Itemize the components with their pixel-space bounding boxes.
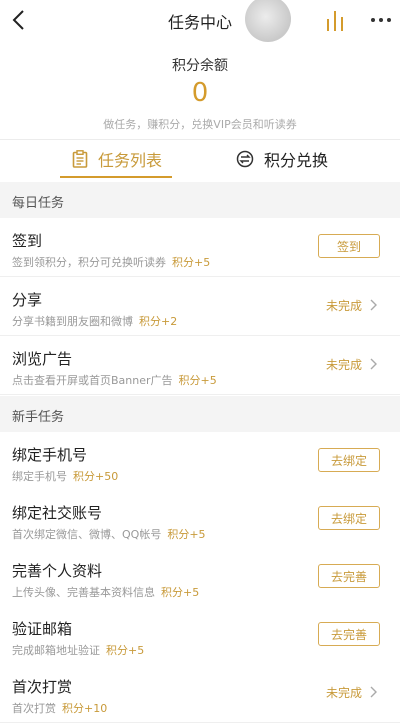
chevron-right-icon [370,299,377,311]
complete-profile-button[interactable]: 去完善 [318,564,380,588]
chevron-right-icon [370,358,377,370]
clipboard-icon [72,150,88,168]
task-title: 分享 [12,291,43,309]
task-points: 积分+5 [172,256,211,269]
tab-points-exchange[interactable]: 积分兑换 [236,140,328,178]
task-points: 积分+5 [178,374,217,387]
task-title: 验证邮箱 [12,620,73,638]
section-daily-label: 每日任务 [12,196,65,211]
balance-subtitle: 做任务，赚积分，兑换VIP会员和听读券 [103,118,297,131]
task-title: 绑定手机号 [12,446,88,464]
more-dots-icon[interactable] [370,10,392,30]
task-desc: 绑定手机号 积分+50 [12,470,119,483]
section-newbie-tasks: 新手任务 [0,396,400,432]
tab-task-list[interactable]: 任务列表 [72,140,162,178]
task-row-complete-profile: 完善个人资料 上传头像、完善基本资料信息 积分+5 去完善 [0,548,400,607]
task-row-checkin: 签到 签到领积分，积分可兑换听读券 积分+5 签到 [0,218,400,277]
verify-email-button[interactable]: 去完善 [318,622,380,646]
swap-arrows-icon [236,150,254,168]
task-points: 积分+5 [161,586,200,599]
bind-phone-button[interactable]: 去绑定 [318,448,380,472]
bar-chart-icon[interactable] [324,9,348,31]
task-desc: 签到领积分，积分可兑换听读券 积分+5 [12,256,211,269]
task-row-verify-email: 验证邮箱 完成邮箱地址验证 积分+5 去完善 [0,606,400,665]
balance-label: 积分余额 [172,58,228,74]
touch-indicator [245,0,291,42]
task-row-share[interactable]: 分享 分享书籍到朋友圈和微博 积分+2 未完成 [0,277,400,336]
task-status: 未完成 [325,358,362,372]
tab-points-exchange-label: 积分兑换 [264,151,329,170]
task-title: 浏览广告 [12,350,73,368]
task-desc: 首次绑定微信、微博、QQ帐号 积分+5 [12,528,206,541]
task-row-first-tip[interactable]: 首次打赏 首次打赏 积分+10 未完成 [0,664,400,723]
task-title: 绑定社交账号 [12,504,103,522]
task-title: 签到 [12,232,43,250]
balance-value: 0 [191,78,209,108]
task-desc: 完成邮箱地址验证 积分+5 [12,644,145,657]
task-status: 未完成 [325,686,362,700]
section-newbie-label: 新手任务 [12,410,65,425]
active-tab-indicator [60,176,172,178]
task-desc: 点击查看开屏或首页Banner广告 积分+5 [12,374,217,387]
task-title: 首次打赏 [12,678,73,696]
checkin-button[interactable]: 签到 [318,234,380,258]
task-points: 积分+2 [139,315,178,328]
task-points: 积分+10 [62,702,108,715]
task-title: 完善个人资料 [12,562,103,580]
tab-task-list-label: 任务列表 [98,151,163,170]
task-desc: 分享书籍到朋友圈和微博 积分+2 [12,315,178,328]
tab-bar: 任务列表 积分兑换 [0,140,400,178]
bind-social-button[interactable]: 去绑定 [318,506,380,530]
task-row-bind-phone: 绑定手机号 绑定手机号 积分+50 去绑定 [0,432,400,491]
section-daily-tasks: 每日任务 [0,182,400,218]
top-bar: 任务中心 [0,0,400,42]
task-row-bind-social: 绑定社交账号 首次绑定微信、微博、QQ帐号 积分+5 去绑定 [0,490,400,549]
task-desc: 上传头像、完善基本资料信息 积分+5 [12,586,200,599]
task-row-browse-ads[interactable]: 浏览广告 点击查看开屏或首页Banner广告 积分+5 未完成 [0,336,400,395]
task-points: 积分+50 [73,470,119,483]
chevron-right-icon [370,686,377,698]
task-desc: 首次打赏 积分+10 [12,702,108,715]
task-points: 积分+5 [106,644,145,657]
task-points: 积分+5 [167,528,206,541]
task-status: 未完成 [325,299,362,313]
